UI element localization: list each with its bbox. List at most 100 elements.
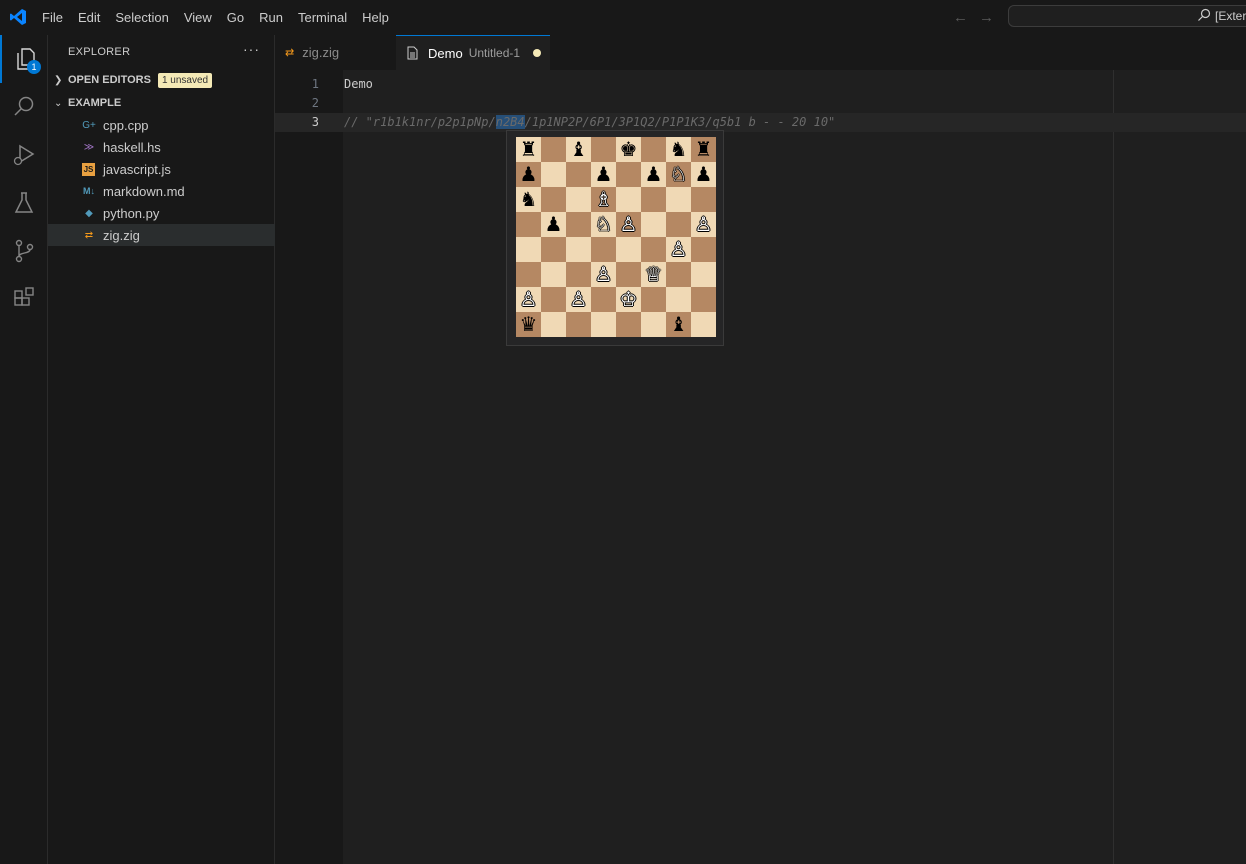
board-square: ♙ bbox=[616, 212, 641, 237]
file-item-markdown[interactable]: M↓ markdown.md bbox=[48, 180, 275, 202]
board-square: ♔ bbox=[616, 287, 641, 312]
explorer-title: EXPLORER bbox=[68, 46, 131, 58]
menu-terminal[interactable]: Terminal bbox=[298, 10, 347, 25]
menu-run[interactable]: Run bbox=[259, 10, 283, 25]
file-name: haskell.hs bbox=[103, 139, 161, 155]
menu-edit[interactable]: Edit bbox=[78, 10, 100, 25]
back-arrow-icon[interactable]: ← bbox=[953, 9, 968, 26]
activity-testing[interactable] bbox=[0, 179, 48, 227]
run-debug-icon bbox=[13, 144, 35, 166]
chess-piece-icon: ♙ bbox=[669, 237, 688, 261]
tab-label: Demo bbox=[428, 45, 463, 61]
unsaved-dot-icon[interactable] bbox=[533, 49, 542, 57]
activity-search[interactable] bbox=[0, 83, 48, 131]
menu-selection[interactable]: Selection bbox=[115, 10, 168, 25]
code-line[interactable]: 1 Demo bbox=[275, 75, 1246, 94]
chess-piece-icon: ♝ bbox=[569, 137, 588, 161]
menu-file[interactable]: File bbox=[42, 10, 63, 25]
menu-help[interactable]: Help bbox=[362, 10, 389, 25]
forward-arrow-icon[interactable]: → bbox=[979, 9, 994, 26]
title-bar: File Edit Selection View Go Run Terminal… bbox=[0, 0, 1246, 35]
javascript-icon: JS bbox=[82, 162, 95, 176]
board-square bbox=[641, 187, 666, 212]
activity-source-control[interactable] bbox=[0, 227, 48, 275]
board-square bbox=[616, 187, 641, 212]
board-square: ♙ bbox=[566, 287, 591, 312]
chess-piece-icon: ♘ bbox=[594, 212, 613, 236]
file-item-cpp[interactable]: G+ cpp.cpp bbox=[48, 114, 275, 136]
board-square: ♟ bbox=[591, 162, 616, 187]
board-square bbox=[666, 287, 691, 312]
chess-piece-icon: ♙ bbox=[694, 212, 713, 236]
board-square bbox=[591, 312, 616, 337]
file-item-python[interactable]: ◆ python.py bbox=[48, 202, 275, 224]
line-number: 3 bbox=[311, 115, 319, 129]
board-square: ♜ bbox=[516, 137, 541, 162]
tab-zig[interactable]: ⇄ zig.zig bbox=[275, 35, 396, 70]
file-item-zig[interactable]: ⇄ zig.zig bbox=[48, 224, 275, 246]
command-center[interactable]: [Exter bbox=[1008, 5, 1246, 27]
board-square bbox=[591, 137, 616, 162]
board-square bbox=[541, 187, 566, 212]
board-square bbox=[566, 262, 591, 287]
unsaved-badge: 1 unsaved bbox=[157, 72, 213, 88]
file-item-javascript[interactable]: JS javascript.js bbox=[48, 158, 275, 180]
activity-explorer[interactable]: 1 bbox=[0, 35, 50, 83]
code-line[interactable]: 2 bbox=[275, 94, 1246, 113]
haskell-icon: ≫ bbox=[83, 141, 95, 153]
board-square bbox=[591, 237, 616, 262]
board-square: ♟ bbox=[541, 212, 566, 237]
extensions-icon bbox=[14, 287, 34, 306]
menu-go[interactable]: Go bbox=[227, 10, 244, 25]
chess-piece-icon: ♞ bbox=[519, 187, 538, 211]
board-square: ♘ bbox=[591, 212, 616, 237]
explorer-sidebar: EXPLORER ··· ❯ OPEN EDITORS 1 unsaved ⌄ … bbox=[48, 35, 275, 864]
board-square: ♞ bbox=[516, 187, 541, 212]
board-square: ♙ bbox=[516, 287, 541, 312]
menu-view[interactable]: View bbox=[184, 10, 212, 25]
board-square bbox=[641, 237, 666, 262]
file-name: markdown.md bbox=[103, 183, 185, 199]
line-gutter bbox=[275, 70, 343, 864]
markdown-icon: M↓ bbox=[83, 186, 95, 196]
activity-extensions[interactable] bbox=[0, 275, 48, 323]
file-name: cpp.cpp bbox=[103, 117, 149, 133]
board-square bbox=[616, 162, 641, 187]
chess-piece-icon: ♟ bbox=[594, 162, 613, 186]
board-square bbox=[666, 187, 691, 212]
board-square bbox=[691, 237, 716, 262]
board-square bbox=[691, 187, 716, 212]
board-square bbox=[566, 237, 591, 262]
more-actions-icon[interactable]: ··· bbox=[243, 41, 260, 57]
activity-run-debug[interactable] bbox=[0, 131, 48, 179]
board-square bbox=[641, 137, 666, 162]
folder-section[interactable]: ⌄ EXAMPLE bbox=[48, 92, 275, 114]
file-name: zig.zig bbox=[103, 227, 140, 243]
board-square: ♟ bbox=[641, 162, 666, 187]
open-editors-section[interactable]: ❯ OPEN EDITORS 1 unsaved bbox=[48, 69, 275, 91]
folder-label: EXAMPLE bbox=[68, 97, 122, 109]
board-square: ♕ bbox=[641, 262, 666, 287]
chevron-down-icon: ⌄ bbox=[54, 97, 63, 109]
board-square: ♙ bbox=[691, 212, 716, 237]
board-square bbox=[666, 212, 691, 237]
tab-demo[interactable]: Demo Untitled-1 bbox=[396, 35, 550, 70]
chess-piece-icon: ♜ bbox=[694, 137, 713, 161]
activity-bar: 1 bbox=[0, 35, 48, 864]
board-square bbox=[566, 312, 591, 337]
code-line-current[interactable]: 3 // "r1b1k1nr/p2p1pNp/n2B4/1p1NP2P/6P1/… bbox=[275, 113, 1246, 132]
cpp-icon: G+ bbox=[82, 119, 96, 131]
chess-piece-icon: ♔ bbox=[619, 287, 638, 311]
editor-area[interactable]: 1 Demo 2 3 // "r1b1k1nr/p2p1pNp/n2B4/1p1… bbox=[275, 70, 1246, 864]
chess-piece-icon: ♞ bbox=[669, 137, 688, 161]
command-center-label: [Exter bbox=[1215, 9, 1246, 23]
board-square bbox=[541, 287, 566, 312]
board-square bbox=[516, 212, 541, 237]
vscode-logo-icon bbox=[10, 9, 26, 25]
chess-piece-icon: ♙ bbox=[619, 212, 638, 236]
board-square bbox=[691, 312, 716, 337]
file-item-haskell[interactable]: ≫ haskell.hs bbox=[48, 136, 275, 158]
search-icon bbox=[14, 96, 34, 116]
comment-prefix: // "r1b1k1nr/p2p1pNp/ bbox=[344, 115, 496, 129]
chess-piece-icon: ♟ bbox=[694, 162, 713, 186]
